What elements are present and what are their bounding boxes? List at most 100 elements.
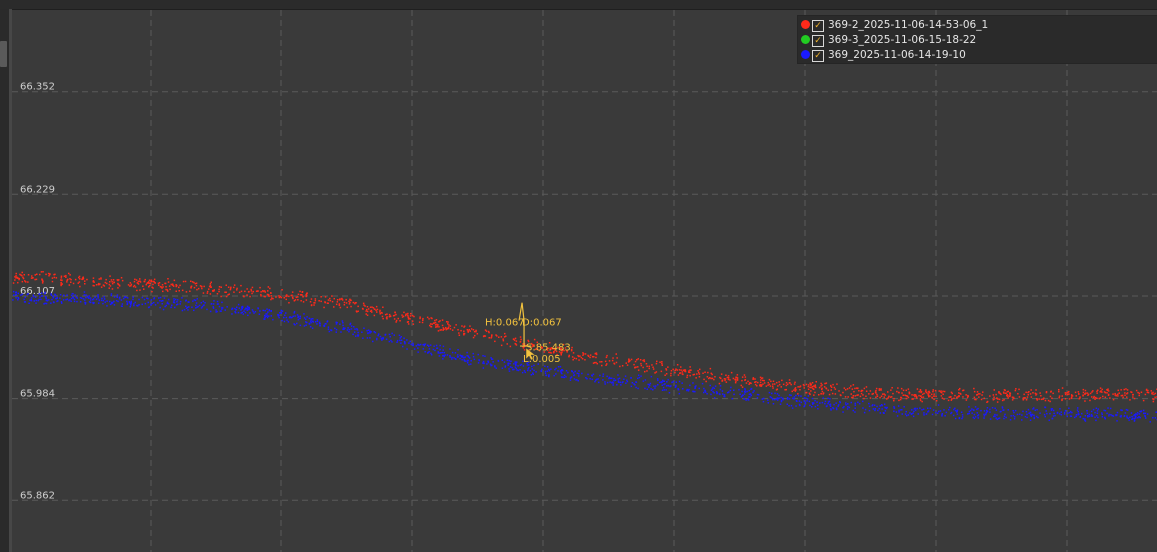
data-point [854, 402, 856, 405]
data-point [1109, 407, 1112, 410]
scrollbar-handle[interactable] [0, 41, 7, 67]
data-point [287, 321, 290, 323]
data-point [237, 303, 240, 306]
legend-checkbox[interactable]: ✓ [812, 20, 824, 32]
data-point [770, 380, 772, 383]
data-point [850, 401, 852, 404]
data-point [457, 356, 459, 358]
data-point [407, 316, 409, 318]
data-point [795, 405, 797, 407]
data-point [202, 300, 205, 303]
data-point [419, 317, 421, 320]
data-point [893, 399, 895, 402]
data-point [519, 336, 522, 338]
data-point [976, 393, 979, 396]
legend-item-series-1[interactable]: ✓ 369-2_2025-11-06-14-53-06_1 [798, 19, 1157, 35]
data-point [213, 300, 215, 302]
data-point [790, 404, 793, 407]
data-point [1071, 411, 1073, 414]
data-point [130, 302, 132, 304]
data-point [110, 294, 112, 297]
data-point [1023, 393, 1025, 396]
data-point [829, 398, 831, 400]
plot-area[interactable]: 66.35266.22966.10765.98465.862 H:0.067 D… [12, 10, 1157, 552]
data-point [1090, 410, 1093, 413]
legend-item-series-3[interactable]: ✓ 369_2025-11-06-14-19-10 [798, 49, 1157, 65]
data-point [1077, 407, 1079, 409]
data-point [761, 377, 764, 379]
data-point [860, 389, 863, 392]
data-point [595, 356, 597, 359]
data-point [897, 405, 900, 407]
data-point [1142, 399, 1145, 402]
data-point [563, 376, 565, 379]
data-point [890, 389, 892, 391]
data-point [757, 381, 759, 384]
data-point [978, 396, 980, 398]
data-point [648, 384, 651, 386]
data-point [95, 298, 98, 300]
legend-checkbox[interactable]: ✓ [812, 50, 824, 62]
data-point [965, 399, 968, 401]
data-point [251, 286, 254, 289]
data-point [989, 408, 991, 411]
data-point [434, 324, 437, 326]
data-point [305, 293, 308, 296]
data-point [437, 330, 440, 332]
data-point [412, 323, 415, 325]
data-point [677, 374, 680, 376]
data-point [396, 341, 398, 343]
data-point [599, 361, 601, 363]
data-point [42, 271, 44, 273]
data-point [31, 275, 33, 277]
data-point [1056, 411, 1059, 414]
data-point [212, 306, 214, 308]
data-point [601, 361, 603, 363]
data-point [494, 366, 496, 368]
data-point [857, 401, 859, 404]
data-point [827, 397, 829, 399]
data-point [1108, 413, 1110, 416]
data-point [807, 388, 810, 390]
data-point [369, 337, 371, 339]
data-point [170, 283, 172, 286]
data-point [113, 300, 115, 303]
legend-checkbox[interactable]: ✓ [812, 35, 824, 47]
measurement-marker[interactable]: H:0.067 D:0.067 S:85.483 L:0.005 [485, 302, 571, 365]
data-point [60, 301, 63, 303]
data-point [442, 349, 444, 351]
data-point [1003, 417, 1005, 420]
data-point [265, 313, 267, 315]
data-point [110, 279, 113, 281]
data-point [954, 394, 956, 397]
data-point [778, 381, 780, 383]
data-point [763, 379, 765, 382]
data-point [785, 384, 788, 387]
data-point [772, 380, 775, 382]
data-point [17, 297, 20, 300]
data-point [386, 313, 388, 315]
data-point [767, 399, 769, 401]
data-point [150, 280, 152, 282]
data-point [238, 307, 241, 309]
data-point [646, 370, 648, 372]
data-point [725, 381, 728, 383]
data-point [760, 384, 763, 387]
legend-item-series-2[interactable]: ✓ 369-3_2025-11-06-15-18-22 [798, 34, 1157, 50]
data-point [226, 306, 228, 308]
data-point [695, 377, 697, 379]
data-point [932, 390, 934, 393]
data-point [52, 301, 55, 303]
data-point [791, 407, 794, 409]
data-point [283, 297, 285, 299]
data-point [579, 355, 581, 357]
data-point [449, 356, 451, 358]
data-point [434, 349, 436, 352]
data-point [60, 284, 62, 287]
data-point [727, 377, 730, 379]
data-point [49, 273, 51, 275]
data-point [285, 298, 287, 301]
data-point [451, 329, 454, 331]
data-point [1070, 397, 1073, 400]
data-point [24, 296, 26, 298]
